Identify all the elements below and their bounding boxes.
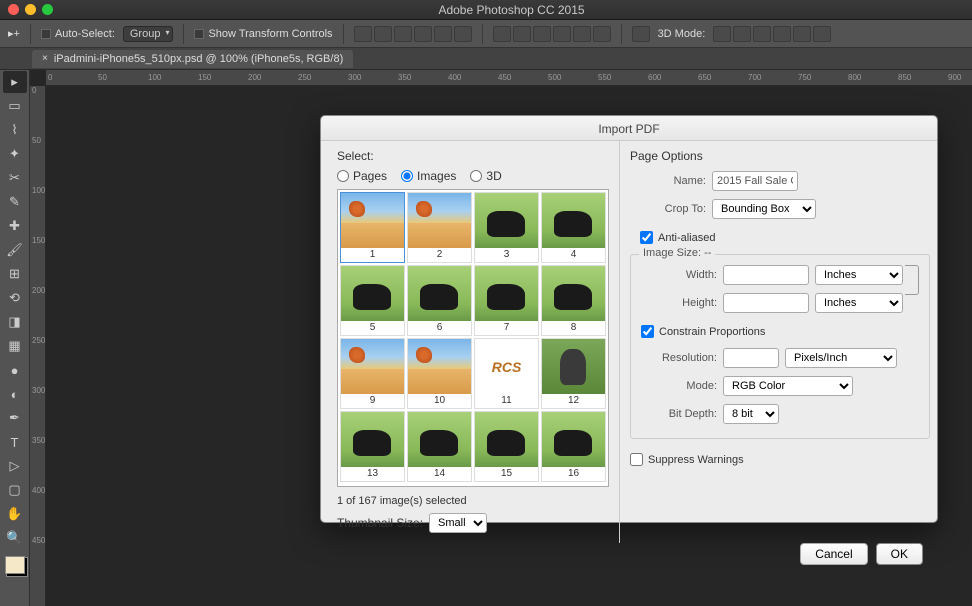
thumbnail-grid[interactable]: 12345678910RCS111213141516 xyxy=(337,189,609,487)
brush-tool[interactable]: 🖌 xyxy=(3,239,27,261)
constrain-label: Constrain Proportions xyxy=(659,326,765,338)
height-field[interactable] xyxy=(723,293,809,313)
radio-images[interactable]: Images xyxy=(401,169,456,183)
thumbnail[interactable]: 16 xyxy=(541,411,606,482)
bitdepth-select[interactable]: 8 bit xyxy=(723,404,779,424)
thumbnail[interactable]: 15 xyxy=(474,411,539,482)
align-icons[interactable] xyxy=(354,26,472,42)
import-pdf-dialog: Import PDF Select: Pages Images 3D 12345… xyxy=(320,115,938,523)
resolution-label: Resolution: xyxy=(641,352,717,364)
name-field xyxy=(712,171,798,191)
height-unit-select[interactable]: Inches xyxy=(815,293,903,313)
auto-select-checkbox[interactable] xyxy=(41,29,51,39)
page-options-header: Page Options xyxy=(630,149,930,163)
thumbnail-size-select[interactable]: Small xyxy=(429,513,487,533)
width-field[interactable] xyxy=(723,265,809,285)
options-bar: ▸+ Auto-Select: Group Show Transform Con… xyxy=(0,20,972,48)
thumbnail[interactable]: 5 xyxy=(340,265,405,336)
crop-to-label: Crop To: xyxy=(630,203,706,215)
eraser-tool[interactable]: ◨ xyxy=(3,311,27,333)
document-tab[interactable]: × iPadmini-iPhone5s_510px.psd @ 100% (iP… xyxy=(32,50,353,68)
thumbnail[interactable]: RCS11 xyxy=(474,338,539,409)
stamp-tool[interactable]: ⊞ xyxy=(3,263,27,285)
suppress-warnings-checkbox[interactable] xyxy=(630,453,643,466)
height-label: Height: xyxy=(641,297,717,309)
auto-select-label: Auto-Select: xyxy=(55,28,115,40)
close-tab-icon[interactable]: × xyxy=(42,53,48,64)
width-label: Width: xyxy=(641,269,717,281)
thumbnail[interactable]: 10 xyxy=(407,338,472,409)
app-titlebar: Adobe Photoshop CC 2015 xyxy=(0,0,972,20)
thumbnail[interactable]: 2 xyxy=(407,192,472,263)
thumbnail[interactable]: 3 xyxy=(474,192,539,263)
pen-tool[interactable]: ✒ xyxy=(3,407,27,429)
color-swatch[interactable] xyxy=(5,556,25,574)
cancel-button[interactable]: Cancel xyxy=(800,543,867,565)
mode-select[interactable]: RGB Color xyxy=(723,376,853,396)
ok-button[interactable]: OK xyxy=(876,543,923,565)
wand-tool[interactable]: ✦ xyxy=(3,143,27,165)
mode-3d-icons[interactable] xyxy=(713,26,831,42)
document-tab-bar: × iPadmini-iPhone5s_510px.psd @ 100% (iP… xyxy=(0,48,972,70)
thumbnail[interactable]: 12 xyxy=(541,338,606,409)
ruler-horizontal: 0501001502002503003504004505005506006507… xyxy=(46,70,972,86)
thumbnail[interactable]: 13 xyxy=(340,411,405,482)
image-size-legend: Image Size: -- xyxy=(639,247,715,259)
thumbnail-size-label: Thumbnail Size: xyxy=(337,516,423,530)
hand-tool[interactable]: ✋ xyxy=(3,503,27,525)
width-unit-select[interactable]: Inches xyxy=(815,265,903,285)
anti-aliased-checkbox[interactable] xyxy=(640,231,653,244)
resolution-unit-select[interactable]: Pixels/Inch xyxy=(785,348,897,368)
blur-tool[interactable]: ● xyxy=(3,359,27,381)
selection-info: 1 of 167 image(s) selected xyxy=(337,495,609,507)
thumbnail[interactable]: 9 xyxy=(340,338,405,409)
thumbnail[interactable]: 14 xyxy=(407,411,472,482)
zoom-tool[interactable]: 🔍 xyxy=(3,527,27,549)
anti-aliased-label: Anti-aliased xyxy=(658,232,715,244)
crop-tool[interactable]: ✂ xyxy=(3,167,27,189)
path-tool[interactable]: ▷ xyxy=(3,455,27,477)
thumbnail[interactable]: 1 xyxy=(340,192,405,263)
type-tool[interactable]: T xyxy=(3,431,27,453)
move-tool-icon[interactable]: ▸+ xyxy=(8,27,20,40)
move-tool[interactable]: ▸ xyxy=(3,71,27,93)
eyedropper-tool[interactable]: ✎ xyxy=(3,191,27,213)
window-zoom[interactable] xyxy=(42,4,53,15)
radio-pages[interactable]: Pages xyxy=(337,169,387,183)
link-dimensions-icon[interactable] xyxy=(905,265,919,295)
thumbnail[interactable]: 8 xyxy=(541,265,606,336)
select-label: Select: xyxy=(337,149,609,163)
dialog-title: Import PDF xyxy=(321,116,937,141)
tool-panel: ▸ ▭ ⌇ ✦ ✂ ✎ ✚ 🖌 ⊞ ⟲ ◨ ▦ ● ◐ ✒ T ▷ ▢ ✋ 🔍 xyxy=(0,70,30,606)
marquee-tool[interactable]: ▭ xyxy=(3,95,27,117)
thumbnail[interactable]: 6 xyxy=(407,265,472,336)
ruler-vertical: 050100150200250300350400450 xyxy=(30,86,46,606)
mode-3d-label: 3D Mode: xyxy=(658,28,706,40)
app-title: Adobe Photoshop CC 2015 xyxy=(59,3,964,17)
show-transform-label: Show Transform Controls xyxy=(208,28,332,40)
thumbnail[interactable]: 7 xyxy=(474,265,539,336)
window-minimize[interactable] xyxy=(25,4,36,15)
thumbnail[interactable]: 4 xyxy=(541,192,606,263)
name-label: Name: xyxy=(630,175,706,187)
window-close[interactable] xyxy=(8,4,19,15)
resolution-field[interactable] xyxy=(723,348,779,368)
mode-label: Mode: xyxy=(641,380,717,392)
distribute-icons[interactable] xyxy=(493,26,611,42)
dodge-tool[interactable]: ◐ xyxy=(3,383,27,405)
bitdepth-label: Bit Depth: xyxy=(641,408,717,420)
show-transform-checkbox[interactable] xyxy=(194,29,204,39)
crop-to-select[interactable]: Bounding Box xyxy=(712,199,816,219)
document-tab-title: iPadmini-iPhone5s_510px.psd @ 100% (iPho… xyxy=(54,53,343,65)
auto-align-icon[interactable] xyxy=(632,26,650,42)
history-brush-tool[interactable]: ⟲ xyxy=(3,287,27,309)
shape-tool[interactable]: ▢ xyxy=(3,479,27,501)
lasso-tool[interactable]: ⌇ xyxy=(3,119,27,141)
suppress-warnings-label: Suppress Warnings xyxy=(648,454,744,466)
heal-tool[interactable]: ✚ xyxy=(3,215,27,237)
radio-3d[interactable]: 3D xyxy=(470,169,501,183)
gradient-tool[interactable]: ▦ xyxy=(3,335,27,357)
constrain-checkbox[interactable] xyxy=(641,325,654,338)
auto-select-dropdown[interactable]: Group xyxy=(123,26,174,42)
